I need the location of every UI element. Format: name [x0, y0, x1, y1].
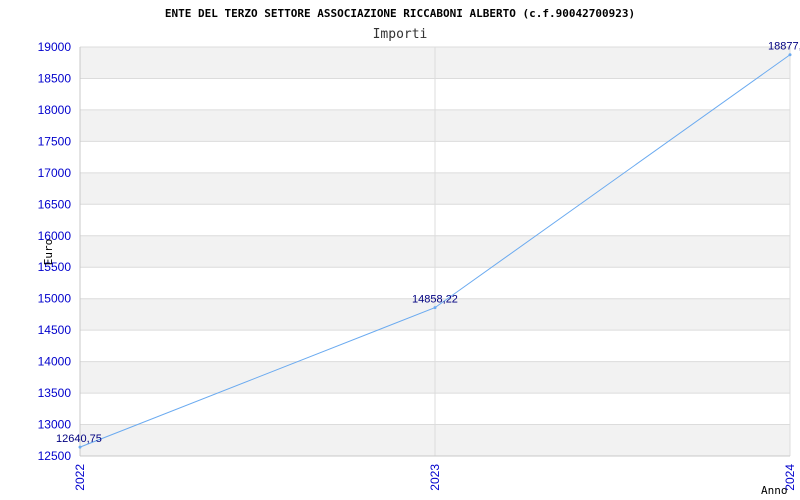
x-tick-label: 2023	[428, 464, 442, 491]
x-tick-label: 2022	[73, 464, 87, 491]
y-tick-label: 14500	[38, 323, 72, 337]
y-tick-label: 16500	[38, 197, 72, 211]
data-label: 18877,	[768, 41, 800, 53]
chart-subtitle: Importi	[373, 27, 428, 42]
y-tick-label: 13500	[38, 386, 72, 400]
line-chart: ENTE DEL TERZO SETTORE ASSOCIAZIONE RICC…	[38, 7, 800, 497]
y-tick-label: 17500	[38, 134, 72, 148]
data-label: 14858,22	[412, 294, 458, 306]
y-tick-label: 14000	[38, 355, 72, 369]
plot-area: 1250013000135001400014500150001550016000…	[38, 40, 800, 491]
data-point	[433, 306, 437, 310]
y-tick-label: 15000	[38, 292, 72, 306]
data-label: 12640,75	[56, 433, 102, 445]
y-tick-label: 19000	[38, 40, 72, 54]
x-axis-title: Anno	[761, 484, 788, 497]
data-point	[788, 53, 792, 57]
data-point	[78, 445, 82, 449]
y-tick-label: 18000	[38, 103, 72, 117]
y-tick-label: 18500	[38, 71, 72, 85]
y-tick-label: 12500	[38, 449, 72, 463]
chart-title: ENTE DEL TERZO SETTORE ASSOCIAZIONE RICC…	[165, 7, 635, 20]
y-axis-title: Euro	[42, 239, 55, 266]
y-tick-label: 13000	[38, 418, 72, 432]
y-tick-label: 17000	[38, 166, 72, 180]
